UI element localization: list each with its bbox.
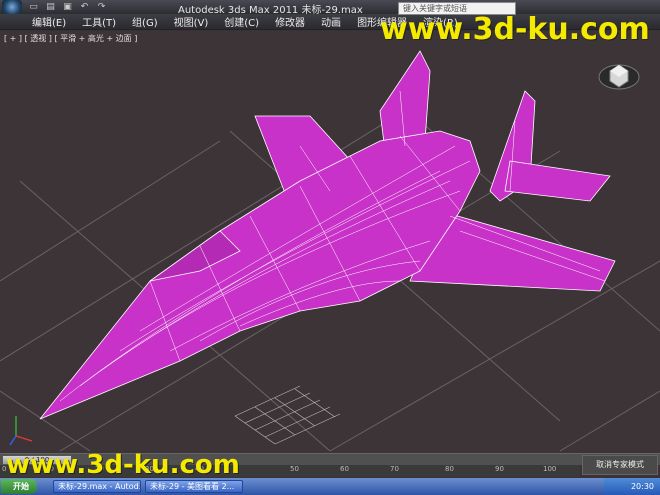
grid-patch — [234, 385, 341, 445]
menu-views[interactable]: 视图(V) — [174, 14, 209, 29]
save-icon[interactable]: ▣ — [62, 2, 73, 12]
viewcube-icon[interactable] — [598, 53, 640, 95]
fighter-jet-model[interactable] — [39, 50, 616, 420]
menu-group[interactable]: 组(G) — [132, 14, 158, 29]
expert-mode-button[interactable]: 取消专家模式 — [582, 455, 658, 475]
axis-tripod — [9, 416, 33, 446]
tick-label: 90 — [495, 465, 504, 473]
app-logo-icon[interactable] — [2, 0, 22, 14]
menu-create[interactable]: 创建(C) — [224, 14, 259, 29]
undo-icon[interactable]: ↶ — [79, 2, 90, 12]
watermark-bottom: www.3d-ku.com — [6, 450, 240, 480]
taskbar-item-image-viewer[interactable]: 未标-29 - 美图看看 2... — [145, 480, 243, 493]
taskbar: 开始 未标-29.max - Autod... 未标-29 - 美图看看 2..… — [0, 478, 660, 495]
tick-label: 100 — [543, 465, 557, 473]
taskbar-item-3dsmax[interactable]: 未标-29.max - Autod... — [53, 480, 141, 493]
redo-icon[interactable]: ↷ — [96, 2, 107, 12]
start-button[interactable]: 开始 — [1, 479, 37, 494]
tick-label: 50 — [290, 465, 299, 473]
tick-label: 60 — [340, 465, 349, 473]
tick-label: 70 — [390, 465, 399, 473]
viewport-canvas — [0, 50, 660, 452]
watermark-top: www.3d-ku.com — [380, 12, 650, 47]
system-clock: 20:30 — [604, 478, 660, 495]
menu-edit[interactable]: 编辑(E) — [32, 14, 66, 29]
menu-animation[interactable]: 动画 — [321, 14, 341, 29]
tick-label: 80 — [445, 465, 454, 473]
viewport-label[interactable]: [ + ] [ 透视 ] [ 平滑 + 高光 + 边面 ] — [4, 33, 137, 44]
perspective-viewport[interactable]: [ + ] [ 透视 ] [ 平滑 + 高光 + 边面 ] — [0, 31, 660, 453]
open-file-icon[interactable]: ▤ — [45, 2, 56, 12]
menu-tools[interactable]: 工具(T) — [82, 14, 116, 29]
new-file-icon[interactable]: ▭ — [28, 2, 39, 12]
menu-modifiers[interactable]: 修改器 — [275, 14, 305, 29]
